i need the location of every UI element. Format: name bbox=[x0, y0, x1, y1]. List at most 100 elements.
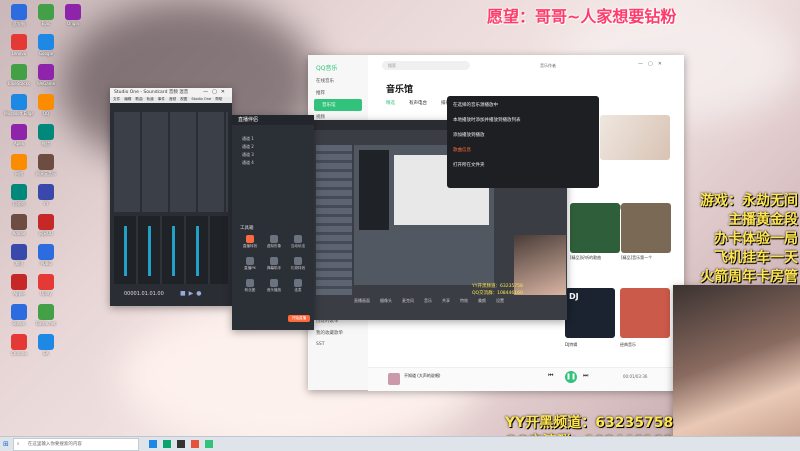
qq-tab[interactable]: 精选 bbox=[386, 100, 395, 106]
desktop-icon[interactable]: 腾讯 bbox=[4, 244, 34, 274]
transport-controls[interactable]: ■▶● bbox=[180, 290, 205, 297]
sidebar-item-recommend[interactable]: 推荐 bbox=[308, 87, 368, 99]
mixer-menu-item[interactable]: 编辑 bbox=[124, 97, 131, 103]
tool-item[interactable]: 互动玩法 bbox=[286, 235, 310, 249]
desktop-icon[interactable]: EA bbox=[31, 334, 61, 364]
desktop-icon[interactable]: Origin bbox=[58, 4, 88, 34]
sidebar-item-music-hall[interactable]: 音乐馆 bbox=[314, 99, 362, 111]
prev-button[interactable]: ⏮ bbox=[548, 372, 553, 380]
fader-meter[interactable] bbox=[148, 226, 151, 276]
desktop-icon[interactable]: Chrome bbox=[4, 334, 34, 364]
desktop-icon[interactable]: 网易云音乐 bbox=[31, 154, 61, 184]
desktop-icon[interactable]: YY bbox=[31, 184, 61, 214]
playlist-card[interactable] bbox=[620, 288, 670, 338]
qq-user[interactable]: 音乐作者 bbox=[540, 63, 556, 69]
app-icon bbox=[11, 4, 27, 20]
fader-meter[interactable] bbox=[124, 226, 127, 276]
tool-item[interactable]: 直播特效 bbox=[238, 235, 262, 249]
menu-item[interactable]: 在选择的音乐源播放中 bbox=[447, 96, 599, 108]
tool-item[interactable]: 弹幕助手 bbox=[262, 257, 286, 271]
now-playing-song: 不知道 (大声的说唱) bbox=[404, 373, 441, 378]
desktop-icon[interactable]: WeGame bbox=[31, 64, 61, 94]
qq-window-controls[interactable]: —▢✕ bbox=[638, 61, 667, 67]
desktop-icon[interactable]: 网络 bbox=[4, 154, 34, 184]
desktop-icon[interactable]: Lenovo bbox=[4, 34, 34, 64]
taskbar-app-icon[interactable] bbox=[204, 440, 213, 448]
qq-tab[interactable]: 有声电台 bbox=[409, 100, 427, 106]
desktop-icon[interactable]: QQ bbox=[31, 94, 61, 124]
mixer-menu-item[interactable]: 歌曲 bbox=[135, 97, 142, 103]
share-action[interactable]: 特效 bbox=[460, 298, 468, 304]
desktop-icon[interactable]: Google bbox=[31, 34, 61, 64]
desktop-icon[interactable]: Epic bbox=[31, 4, 61, 34]
tool-item[interactable]: 粉丝团 bbox=[238, 279, 262, 293]
tool-item[interactable]: 音乐播放 bbox=[262, 279, 286, 293]
desktop-icon[interactable]: Apex bbox=[4, 124, 34, 154]
desktop-icon[interactable]: 回收站 bbox=[4, 184, 34, 214]
desktop-icon[interactable]: Battle.net bbox=[31, 304, 61, 334]
tool-item[interactable]: 连麦 bbox=[286, 279, 310, 293]
desktop-icon[interactable]: PUBG bbox=[31, 244, 61, 274]
app-icon bbox=[38, 4, 54, 20]
menu-item[interactable]: 本地播放时添加并播放到播放列表 bbox=[447, 108, 599, 123]
mixer-menu-item[interactable]: 文件 bbox=[113, 97, 120, 103]
sidebar-item-sst[interactable]: SST bbox=[308, 339, 368, 350]
mixer-menu-item[interactable]: 视图 bbox=[180, 97, 187, 103]
desktop-icon[interactable]: BlueStacks bbox=[4, 64, 34, 94]
desktop-icon[interactable]: Adobe bbox=[4, 214, 34, 244]
go-live-button[interactable]: 开始直播 bbox=[288, 315, 310, 322]
mixer-menu-item[interactable]: 帮助 bbox=[215, 97, 222, 103]
mixer-menu-item[interactable]: 轨道 bbox=[147, 97, 154, 103]
channel-item[interactable]: 通道 4 bbox=[242, 159, 314, 167]
desktop-icon[interactable]: Microsoft Edge bbox=[4, 94, 34, 124]
taskbar-app-icon[interactable] bbox=[190, 440, 199, 448]
next-button[interactable]: ⏭ bbox=[583, 372, 588, 380]
mixer-menu-item[interactable]: Studio One bbox=[191, 97, 211, 103]
mixer-menu-item[interactable]: 音频 bbox=[169, 97, 176, 103]
mixer-window-controls[interactable]: —▢✕ bbox=[203, 88, 229, 97]
fader-meter[interactable] bbox=[172, 226, 175, 276]
start-icon[interactable]: ⊞ bbox=[3, 440, 9, 448]
tool-label: 互动玩法 bbox=[290, 244, 306, 248]
channel-item[interactable]: 通道 3 bbox=[242, 151, 314, 159]
tool-item[interactable]: 直播PK bbox=[238, 257, 262, 271]
desktop-icon[interactable]: Uplay bbox=[31, 274, 61, 304]
playlist-card[interactable] bbox=[570, 203, 620, 253]
menu-item[interactable]: 打开所在文件夹 bbox=[447, 153, 599, 168]
desktop-icon[interactable]: Apple bbox=[4, 274, 34, 304]
taskbar-app-icon[interactable] bbox=[148, 440, 157, 448]
desktop-icon[interactable]: Steam bbox=[4, 304, 34, 334]
share-action[interactable]: 音乐 bbox=[424, 298, 432, 304]
tool-item[interactable]: 礼物特效 bbox=[286, 257, 310, 271]
share-action[interactable]: 麦克风 bbox=[402, 298, 414, 304]
channel-item[interactable]: 通道 1 bbox=[242, 135, 314, 143]
mixer-menu-item[interactable]: 事件 bbox=[158, 97, 165, 103]
album-art[interactable] bbox=[388, 373, 400, 385]
share-action[interactable]: 直播画面 bbox=[354, 298, 370, 304]
app-icon bbox=[11, 274, 27, 290]
channel-item[interactable]: 通道 2 bbox=[242, 143, 314, 151]
desktop-icon[interactable]: 此电脑 bbox=[4, 4, 34, 34]
share-action[interactable]: 摄像头 bbox=[380, 298, 392, 304]
banner-image[interactable] bbox=[600, 115, 670, 160]
desktop-icon[interactable]: 网易UU bbox=[31, 214, 61, 244]
desktop-icon[interactable]: 微信 bbox=[31, 124, 61, 154]
menu-item[interactable]: 添加播放到播放 bbox=[447, 123, 599, 138]
taskbar-app-icon[interactable] bbox=[162, 440, 171, 448]
menu-item[interactable]: 歌曲信息 bbox=[447, 138, 599, 153]
share-action[interactable]: 设置 bbox=[496, 298, 504, 304]
taskbar-app-icon[interactable] bbox=[176, 440, 185, 448]
taskbar-search-input[interactable]: ⌕ 在这里输入你要搜索的内容 bbox=[12, 437, 139, 451]
page-title: 音乐馆 bbox=[386, 85, 414, 95]
playlist-card[interactable] bbox=[621, 203, 671, 253]
fader-meter[interactable] bbox=[196, 226, 199, 276]
pause-button[interactable]: ❚❚ bbox=[565, 371, 577, 383]
tool-item[interactable]: 虚拟形象 bbox=[262, 235, 286, 249]
share-action[interactable]: 美颜 bbox=[478, 298, 486, 304]
share-action[interactable]: 共享 bbox=[442, 298, 450, 304]
app-icon bbox=[38, 124, 54, 140]
playlist-card-dj[interactable]: DJ bbox=[565, 288, 615, 338]
sidebar-item-collected[interactable]: 我的收藏歌单 bbox=[308, 327, 368, 339]
qq-search-input[interactable]: 搜索 bbox=[382, 61, 470, 70]
app-icon bbox=[11, 184, 27, 200]
